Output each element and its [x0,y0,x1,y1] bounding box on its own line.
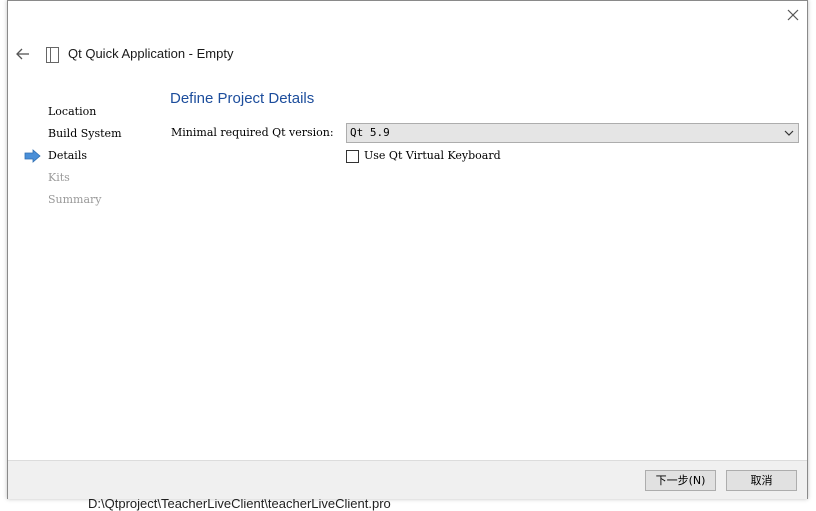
wizard-steps: Location Build System Details Kits Summa… [24,101,164,211]
next-button[interactable]: 下一步(N) [645,470,716,491]
step-summary: Summary [24,189,164,211]
button-bar: 下一步(N) 取消 [8,460,807,499]
step-details: Details [24,145,164,167]
step-label: Kits [48,171,70,184]
step-location: Location [24,101,164,123]
wizard-dialog: Qt Quick Application - Empty Location Bu… [7,0,808,499]
wizard-header: Qt Quick Application - Empty [14,45,414,65]
step-kits: Kits [24,167,164,189]
step-label: Details [48,149,87,162]
window-title: Qt Quick Application - Empty [68,46,234,61]
qt-version-select[interactable]: Qt 5.9 [346,123,799,143]
chevron-down-icon [784,130,794,136]
step-label: Summary [48,193,102,206]
document-icon [45,46,61,64]
qt-version-label: Minimal required Qt version: [171,126,334,139]
back-arrow-icon [16,48,29,60]
virtual-keyboard-option: Use Qt Virtual Keyboard [346,149,646,165]
close-icon [787,9,799,21]
qt-version-value: Qt 5.9 [350,126,390,139]
step-label: Location [48,105,97,118]
step-label: Build System [48,127,122,140]
back-button[interactable] [14,45,32,63]
page-title: Define Project Details [170,90,315,107]
cancel-button[interactable]: 取消 [726,470,797,491]
virtual-keyboard-label[interactable]: Use Qt Virtual Keyboard [364,149,501,162]
current-step-arrow-icon [24,149,41,163]
step-build-system: Build System [24,123,164,145]
virtual-keyboard-checkbox[interactable] [346,150,359,163]
close-button[interactable] [785,7,801,23]
